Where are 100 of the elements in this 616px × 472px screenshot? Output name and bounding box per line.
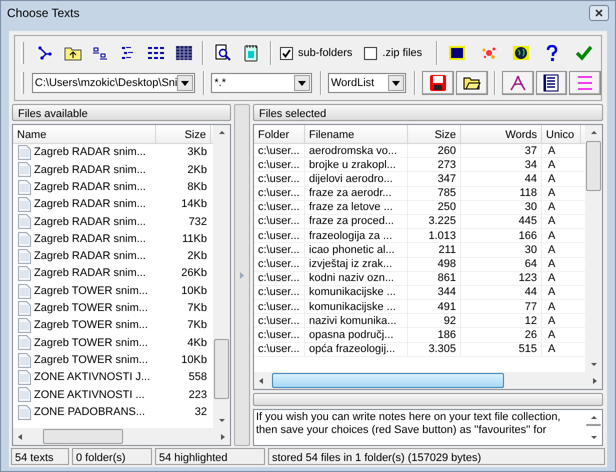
- vertical-scrollbar[interactable]: [213, 125, 230, 428]
- selected-files-list[interactable]: [253, 124, 603, 390]
- file-name[interactable]: Zagreb RADAR snim...: [31, 214, 150, 230]
- dropdown-arrow-icon: [392, 80, 400, 86]
- text-file-icon: [18, 232, 31, 247]
- splash-icon: [480, 45, 498, 61]
- file-size: 14Kb: [180, 197, 208, 212]
- file-name[interactable]: Zagreb RADAR snim...: [31, 248, 150, 265]
- scroll-thumb[interactable]: [43, 429, 123, 444]
- file-name[interactable]: ZONE PADOBRANS...: [31, 404, 150, 420]
- file-size: 26Kb: [180, 266, 208, 282]
- scroll-thumb[interactable]: [214, 339, 229, 399]
- file-name[interactable]: Zagreb RADAR snim...: [31, 265, 150, 282]
- filter-combo[interactable]: *.*: [211, 73, 312, 93]
- scroll-thumb[interactable]: [586, 424, 601, 426]
- file-size: 1.013: [408, 228, 461, 243]
- column-header[interactable]: Folder: [254, 125, 305, 143]
- folder-cell: c:\user...: [254, 300, 305, 314]
- close-button[interactable]: [589, 5, 609, 21]
- column-header[interactable]: Unico: [542, 125, 581, 143]
- horizontal-scrollbar[interactable]: [254, 372, 602, 389]
- folder-cell: c:\user...: [254, 242, 305, 258]
- folder-cell: c:\user...: [254, 214, 305, 229]
- scroll-thumb[interactable]: [272, 373, 504, 388]
- file-size: 260: [408, 144, 461, 158]
- word-count: 123: [461, 271, 542, 286]
- text-file-icon: [18, 197, 31, 212]
- open-button[interactable]: [456, 71, 488, 95]
- notes-field[interactable]: If you wish you can write notes here on your text file collection, then save your choices (red Save button) as ''favourites'' for: [253, 409, 603, 446]
- vertical-scrollbar[interactable]: [585, 125, 602, 372]
- file-name[interactable]: Zagreb TOWER snim...: [31, 282, 152, 300]
- file-size: 2Kb: [186, 162, 208, 178]
- file-name[interactable]: ZONE AKTIVNOSTI J...: [31, 369, 154, 386]
- text-file-icon: [18, 162, 31, 178]
- checkbox[interactable]: [280, 46, 293, 60]
- document-button[interactable]: [536, 71, 568, 95]
- text-file-icon: [18, 335, 31, 350]
- file-size: 7Kb: [186, 301, 208, 316]
- file-size: 223: [188, 388, 208, 403]
- column-header[interactable]: Words: [461, 125, 542, 143]
- scroll-thumb[interactable]: [586, 141, 601, 191]
- file-name[interactable]: Zagreb RADAR snim...: [31, 230, 150, 248]
- checkbox[interactable]: [364, 46, 378, 60]
- file-name: fraze za proced...: [305, 214, 408, 229]
- unicode-cell-text: A: [547, 228, 556, 243]
- file-size: 347: [408, 172, 461, 186]
- file-size: 3.305: [408, 342, 461, 356]
- pdf-button[interactable]: [502, 71, 534, 95]
- word-count: 77: [461, 300, 542, 314]
- column-header[interactable]: Size: [156, 125, 211, 143]
- file-name[interactable]: Zagreb RADAR snim...: [31, 162, 150, 178]
- unicode-cell-text: A: [547, 342, 556, 356]
- file-name[interactable]: Zagreb TOWER snim...: [31, 352, 152, 368]
- file-size: 10Kb: [180, 352, 208, 368]
- notepad-icon: [243, 44, 260, 62]
- file-name[interactable]: Zagreb TOWER snim...: [31, 317, 152, 334]
- folder-icon: [462, 76, 481, 90]
- save-button[interactable]: [422, 71, 454, 95]
- column-header[interactable]: Size: [408, 125, 461, 143]
- file-size: 558: [188, 370, 208, 386]
- folder-cell: c:\user...: [254, 200, 305, 214]
- text-file-icon: [18, 284, 31, 299]
- unicode-cell-text: A: [547, 172, 556, 186]
- file-name[interactable]: Zagreb TOWER snim...: [31, 334, 152, 352]
- file-size: 211: [408, 242, 461, 258]
- word-count: 44: [461, 172, 542, 186]
- status-text: stored 54 files in 1 folder(s) (157029 bytes): [268, 448, 605, 465]
- column-header[interactable]: Filename: [305, 125, 408, 143]
- unicode-cell-text: A: [547, 144, 556, 158]
- file-name: komunikacijske ...: [305, 300, 408, 314]
- checkbox-label[interactable]: sub-folders: [298, 44, 352, 62]
- file-name[interactable]: ZONE AKTIVNOSTI ...: [31, 386, 149, 404]
- tree-icon: [36, 45, 53, 61]
- folder-cell: c:\user...: [254, 228, 305, 243]
- unicode-cell-text: A: [547, 200, 556, 214]
- word-count: 44: [461, 285, 542, 300]
- globe-icon: [512, 45, 530, 61]
- file-name[interactable]: Zagreb RADAR snim...: [31, 196, 150, 213]
- checkmark-icon: [575, 45, 594, 61]
- file-size: 8Kb: [186, 180, 208, 195]
- tool-combo[interactable]: WordList: [328, 73, 406, 93]
- file-size: 273: [408, 158, 461, 172]
- file-list[interactable]: [12, 124, 231, 446]
- column-header[interactable]: Name: [13, 125, 156, 143]
- help-icon: [545, 45, 560, 61]
- word-count: 515: [461, 342, 542, 356]
- file-name[interactable]: Zagreb RADAR snim...: [31, 144, 150, 161]
- file-name[interactable]: Zagreb TOWER snim...: [31, 300, 152, 317]
- file-name[interactable]: Zagreb RADAR snim...: [31, 178, 150, 196]
- file-name: opća frazeologij...: [305, 342, 408, 356]
- folder-cell: c:\user...: [254, 271, 305, 286]
- path-combo[interactable]: C:\Users\mzokic\Desktop\Sni: [32, 73, 196, 93]
- text-file-icon: [18, 300, 31, 316]
- folder-cell: c:\user...: [254, 342, 305, 356]
- folder-cell: c:\user...: [254, 257, 305, 272]
- horizontal-scrollbar[interactable]: [13, 428, 230, 445]
- file-name: izvještaj iz zrak...: [305, 257, 408, 272]
- checkbox-label[interactable]: .zip files: [382, 44, 422, 62]
- file-size: 344: [408, 285, 461, 300]
- status-text: 54 texts: [11, 448, 69, 465]
